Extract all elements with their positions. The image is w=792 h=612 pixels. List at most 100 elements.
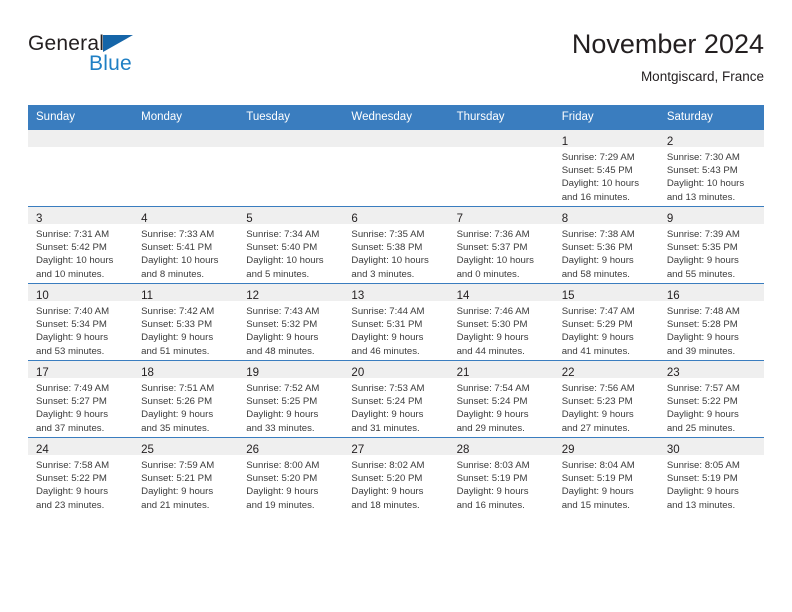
calendar-day-cell[interactable]: 11 Sunrise: 7:42 AM Sunset: 5:33 PM Dayligh… <box>133 283 239 361</box>
day-number: 5 <box>246 213 253 225</box>
calendar-day-cell[interactable]: 12 Sunrise: 7:43 AM Sunset: 5:32 PM Dayligh… <box>238 283 344 361</box>
day-number-band <box>448 130 554 147</box>
daylight-text-line2: and 39 minutes. <box>666 345 736 357</box>
calendar-day-cell[interactable]: 15 Sunrise: 7:47 AM Sunset: 5:29 PM Dayligh… <box>553 283 659 361</box>
day-number: 6 <box>351 213 358 225</box>
calendar-day-cell[interactable]: 29 Sunrise: 8:04 AM Sunset: 5:19 PM Dayligh… <box>553 437 659 514</box>
weekday-header-wednesday: Wednesday <box>343 105 449 130</box>
daylight-text-line1: Daylight: 9 hours <box>456 486 529 498</box>
day-cell-inner: 4 Sunrise: 7:33 AM Sunset: 5:41 PM Daylight… <box>133 207 239 283</box>
calendar-day-cell[interactable]: 3 Sunrise: 7:31 AM Sunset: 5:42 PM Daylight… <box>28 206 134 284</box>
calendar-day-cell[interactable]: 23 Sunrise: 7:57 AM Sunset: 5:22 PM Dayligh… <box>658 360 764 438</box>
day-number: 27 <box>351 444 365 456</box>
day-number: 7 <box>456 213 463 225</box>
daylight-text-line2: and 16 minutes. <box>561 191 630 203</box>
calendar-day-cell[interactable]: 24 Sunrise: 7:58 AM Sunset: 5:22 PM Dayligh… <box>28 437 134 514</box>
calendar-page: General Blue November 2024 Montgiscard, … <box>0 0 792 612</box>
day-number-band: 11 <box>133 284 239 302</box>
day-sun-details: Sunrise: 7:40 AM Sunset: 5:34 PM Daylight:… <box>28 301 133 358</box>
calendar-day-cell[interactable]: 2 Sunrise: 7:30 AM Sunset: 5:43 PM Daylight… <box>658 129 764 207</box>
daylight-text-line2: and 55 minutes. <box>666 268 736 280</box>
calendar-day-cell[interactable]: 28 Sunrise: 8:03 AM Sunset: 5:19 PM Dayligh… <box>448 437 554 514</box>
day-sun-details: Sunrise: 7:29 AM Sunset: 5:45 PM Daylight:… <box>554 147 659 204</box>
daylight-text-line2: and 5 minutes. <box>246 268 310 280</box>
sunrise-text: Sunrise: 7:33 AM <box>141 229 215 240</box>
daylight-text-line2: and 15 minutes. <box>561 499 630 511</box>
day-number-band: 16 <box>658 284 764 302</box>
page-header: General Blue November 2024 Montgiscard, … <box>28 28 764 100</box>
page-subtitle: Montgiscard, France <box>640 69 764 84</box>
calendar-header-row: Sunday Monday Tuesday Wednesday Thursday… <box>28 105 764 130</box>
calendar-day-cell[interactable]: 7 Sunrise: 7:36 AM Sunset: 5:37 PM Daylight… <box>448 206 554 284</box>
calendar-day-cell[interactable]: 9 Sunrise: 7:39 AM Sunset: 5:35 PM Daylight… <box>658 206 764 284</box>
daylight-text-line2: and 21 minutes. <box>141 499 210 511</box>
calendar-day-cell[interactable]: 14 Sunrise: 7:46 AM Sunset: 5:30 PM Dayligh… <box>448 283 554 361</box>
calendar-day-cell[interactable]: 20 Sunrise: 7:53 AM Sunset: 5:24 PM Dayligh… <box>343 360 449 438</box>
sunset-text: Sunset: 5:29 PM <box>561 319 633 331</box>
calendar-day-cell[interactable]: 17 Sunrise: 7:49 AM Sunset: 5:27 PM Dayligh… <box>28 360 134 438</box>
sunset-text: Sunset: 5:20 PM <box>246 473 318 485</box>
day-number: 17 <box>36 367 49 379</box>
day-cell-inner: 3 Sunrise: 7:31 AM Sunset: 5:42 PM Daylight… <box>28 207 134 283</box>
sunset-text: Sunset: 5:45 PM <box>561 165 633 177</box>
day-number: 9 <box>666 213 674 225</box>
daylight-text-line2: and 29 minutes. <box>456 422 525 434</box>
daylight-text-line1: Daylight: 10 hours <box>351 255 429 267</box>
calendar-week-row: 10 Sunrise: 7:40 AM Sunset: 5:34 PM Dayligh… <box>28 283 764 361</box>
sunset-text: Sunset: 5:24 PM <box>456 396 528 408</box>
general-blue-logo[interactable]: General Blue <box>28 32 328 92</box>
calendar-day-cell[interactable]: 27 Sunrise: 8:02 AM Sunset: 5:20 PM Dayligh… <box>343 437 449 514</box>
day-cell-inner: 29 Sunrise: 8:04 AM Sunset: 5:19 PM Dayligh… <box>553 438 659 514</box>
day-number-band: 1 <box>553 130 659 148</box>
day-cell-inner: 2 Sunrise: 7:30 AM Sunset: 5:43 PM Daylight… <box>658 130 764 206</box>
daylight-text-line2: and 13 minutes. <box>666 191 736 203</box>
day-cell-inner <box>238 130 344 206</box>
calendar-day-cell[interactable]: 16 Sunrise: 7:48 AM Sunset: 5:28 PM Dayligh… <box>658 283 764 361</box>
day-number: 2 <box>666 136 674 148</box>
calendar-day-cell[interactable]: 21 Sunrise: 7:54 AM Sunset: 5:24 PM Dayligh… <box>448 360 554 438</box>
sunset-text: Sunset: 5:26 PM <box>141 396 213 408</box>
daylight-text-line1: Daylight: 9 hours <box>36 409 108 421</box>
day-cell-inner: 6 Sunrise: 7:35 AM Sunset: 5:38 PM Daylight… <box>343 207 449 283</box>
sunset-text: Sunset: 5:42 PM <box>36 242 107 254</box>
calendar-day-cell[interactable]: 22 Sunrise: 7:56 AM Sunset: 5:23 PM Dayligh… <box>553 360 659 438</box>
sunset-text: Sunset: 5:40 PM <box>246 242 318 254</box>
day-number: 11 <box>141 290 154 302</box>
calendar-day-cell[interactable]: 6 Sunrise: 7:35 AM Sunset: 5:38 PM Daylight… <box>343 206 449 284</box>
calendar-day-cell[interactable]: 4 Sunrise: 7:33 AM Sunset: 5:41 PM Daylight… <box>133 206 239 284</box>
calendar-day-cell[interactable]: 19 Sunrise: 7:52 AM Sunset: 5:25 PM Dayligh… <box>238 360 344 438</box>
sunrise-text: Sunrise: 7:46 AM <box>456 306 530 317</box>
day-sun-details: Sunrise: 7:36 AM Sunset: 5:37 PM Daylight:… <box>449 224 554 281</box>
calendar-day-cell[interactable]: 5 Sunrise: 7:34 AM Sunset: 5:40 PM Daylight… <box>238 206 344 284</box>
day-number-band <box>238 130 344 147</box>
day-number-band: 30 <box>658 438 764 456</box>
calendar-week-row: 3 Sunrise: 7:31 AM Sunset: 5:42 PM Daylight… <box>28 206 764 284</box>
calendar-day-cell[interactable]: 26 Sunrise: 8:00 AM Sunset: 5:20 PM Dayligh… <box>238 437 344 514</box>
calendar-day-cell[interactable]: 30 Sunrise: 8:05 AM Sunset: 5:19 PM Dayligh… <box>658 437 764 514</box>
day-number-band <box>343 130 449 147</box>
calendar-day-cell[interactable]: 18 Sunrise: 7:51 AM Sunset: 5:26 PM Dayligh… <box>133 360 239 438</box>
day-sun-details: Sunrise: 7:46 AM Sunset: 5:30 PM Daylight:… <box>449 301 554 358</box>
daylight-text-line1: Daylight: 9 hours <box>561 332 634 344</box>
daylight-text-line1: Daylight: 9 hours <box>456 332 529 344</box>
day-number: 29 <box>561 444 575 456</box>
day-cell-inner: 25 Sunrise: 7:59 AM Sunset: 5:21 PM Dayligh… <box>133 438 239 514</box>
day-sun-details: Sunrise: 7:48 AM Sunset: 5:28 PM Daylight:… <box>659 301 764 358</box>
daylight-text-line2: and 16 minutes. <box>456 499 525 511</box>
day-cell-inner: 26 Sunrise: 8:00 AM Sunset: 5:20 PM Dayligh… <box>238 438 344 514</box>
sunrise-text: Sunrise: 7:36 AM <box>456 229 530 240</box>
daylight-text-line2: and 58 minutes. <box>561 268 630 280</box>
calendar-day-cell[interactable]: 8 Sunrise: 7:38 AM Sunset: 5:36 PM Daylight… <box>553 206 659 284</box>
day-number: 21 <box>456 367 470 379</box>
daylight-text-line1: Daylight: 10 hours <box>246 255 324 267</box>
sunrise-text: Sunrise: 7:49 AM <box>36 383 110 394</box>
month-calendar-table: Sunday Monday Tuesday Wednesday Thursday… <box>28 105 764 514</box>
calendar-day-cell[interactable]: 1 Sunrise: 7:29 AM Sunset: 5:45 PM Daylight… <box>553 129 659 207</box>
calendar-day-cell[interactable]: 25 Sunrise: 7:59 AM Sunset: 5:21 PM Dayligh… <box>133 437 239 514</box>
calendar-day-cell[interactable]: 10 Sunrise: 7:40 AM Sunset: 5:34 PM Dayligh… <box>28 283 134 361</box>
sunset-text: Sunset: 5:32 PM <box>246 319 318 331</box>
day-sun-details: Sunrise: 7:38 AM Sunset: 5:36 PM Daylight:… <box>554 224 659 281</box>
sunrise-text: Sunrise: 7:31 AM <box>36 229 110 240</box>
calendar-day-cell[interactable]: 13 Sunrise: 7:44 AM Sunset: 5:31 PM Dayligh… <box>343 283 449 361</box>
daylight-text-line1: Daylight: 9 hours <box>351 486 424 498</box>
